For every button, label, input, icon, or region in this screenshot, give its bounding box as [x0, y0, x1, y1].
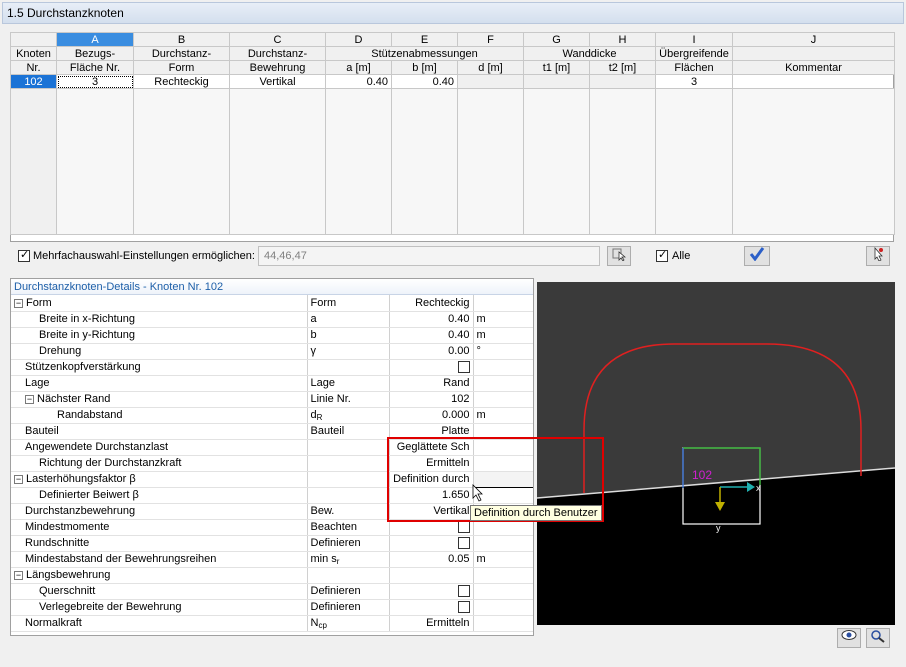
cell-form[interactable]: Rechteckig [134, 75, 230, 89]
col-letter-h[interactable]: H [590, 33, 656, 47]
header-kommentar: Kommentar [733, 61, 895, 75]
detail-row-rundschnitte[interactable]: Rundschnitte Definieren [11, 535, 534, 551]
detail-row-form[interactable]: −Form Form Rechteckig [11, 295, 534, 311]
alle-label: Alle [672, 250, 690, 262]
header-t2: t2 [m] [590, 61, 656, 75]
multi-select-bar: Mehrfachauswahl-Einstellungen ermögliche… [10, 246, 894, 268]
corner-cell[interactable] [11, 33, 57, 47]
header-wanddicke: Wanddicke [524, 47, 656, 61]
cell-t2[interactable] [590, 75, 656, 89]
cell-t1[interactable] [524, 75, 590, 89]
cell-b[interactable]: 0.40 [392, 75, 458, 89]
header-durchstanz-bew: Durchstanz- [230, 47, 326, 61]
collapse-icon[interactable]: − [14, 475, 23, 484]
detail-row-lage[interactable]: Lage Lage Rand [11, 375, 534, 391]
col-letter-b[interactable]: B [134, 33, 230, 47]
table-row[interactable]: 102 3 Rechteckig Vertikal 0.40 0.40 3 [11, 75, 895, 89]
querschnitt-checkbox[interactable] [458, 585, 470, 597]
header-knoten: Knoten [11, 47, 57, 61]
detail-row-breite-y[interactable]: Breite in y-Richtung b 0.40 m [11, 327, 534, 343]
header-t1: t1 [m] [524, 61, 590, 75]
zoom-icon [870, 629, 886, 643]
detail-row-laengsbewehrung[interactable]: −Längsbewehrung [11, 567, 534, 583]
header-a: a [m] [326, 61, 392, 75]
multi-select-checkbox[interactable] [18, 250, 30, 262]
stuetzenkopf-checkbox[interactable] [458, 361, 470, 373]
detail-row-normalkraft[interactable]: Normalkraft Ncp Ermitteln [11, 615, 534, 631]
collapse-icon[interactable]: − [25, 395, 34, 404]
collapse-icon[interactable]: − [14, 299, 23, 308]
detail-row-randabstand[interactable]: Randabstand dR 0.000 m [11, 407, 534, 423]
empty-rows [11, 89, 895, 235]
alle-checkbox[interactable] [656, 250, 668, 262]
select-graphic-button[interactable] [866, 246, 890, 266]
col-letter-j[interactable]: J [733, 33, 895, 47]
view-button[interactable] [837, 628, 861, 648]
col-letter-g[interactable]: G [524, 33, 590, 47]
detail-row-drehung[interactable]: Drehung γ 0.00 ° [11, 343, 534, 359]
cell-flaechen[interactable]: 3 [656, 75, 733, 89]
header-row-2: Nr. Fläche Nr. Form Bewehrung a [m] b [m… [11, 61, 895, 75]
cell-bewehrung[interactable]: Vertikal [230, 75, 326, 89]
header-form: Form [134, 61, 230, 75]
zoom-all-button[interactable] [866, 628, 890, 648]
header-row-1: Knoten Bezugs- Durchstanz- Durchstanz- S… [11, 47, 895, 61]
header-uebergreifende: Übergreifende [656, 47, 733, 61]
col-letter-d[interactable]: D [326, 33, 392, 47]
col-letter-i[interactable]: I [656, 33, 733, 47]
axis-x-label: x [756, 483, 761, 493]
header-stuetzenabmessungen: Stützenabmessungen [326, 47, 524, 61]
header-bezugs: Bezugs- [57, 47, 134, 61]
detail-row-stuetzenkopf[interactable]: Stützenkopfverstärkung [11, 359, 534, 375]
col-letter-c[interactable]: C [230, 33, 326, 47]
detail-row-breite-x[interactable]: Breite in x-Richtung a 0.40 m [11, 311, 534, 327]
node-label: 102 [692, 468, 712, 482]
col-letter-e[interactable]: E [392, 33, 458, 47]
axis-y-label: y [716, 523, 721, 533]
multi-select-input[interactable]: 44,46,47 [258, 246, 600, 266]
detail-row-naechster-rand[interactable]: −Nächster Rand Linie Nr. 102 [11, 391, 534, 407]
col-letter-a[interactable]: A [57, 33, 134, 47]
apply-button[interactable] [744, 246, 770, 266]
mindestmomente-checkbox[interactable] [458, 521, 470, 533]
header-d: d [m] [458, 61, 524, 75]
pointer-icon [871, 247, 885, 261]
cell-d[interactable] [458, 75, 524, 89]
detail-row-querschnitt[interactable]: Querschnitt Definieren [11, 583, 534, 599]
cell-kommentar[interactable] [733, 75, 895, 89]
eye-icon [841, 629, 857, 641]
cell-a[interactable]: 0.40 [326, 75, 392, 89]
checkmark-icon [749, 247, 765, 261]
header-flaeche-nr: Fläche Nr. [57, 61, 134, 75]
header-nr: Nr. [11, 61, 57, 75]
details-title: Durchstanzknoten-Details - Knoten Nr. 10… [11, 279, 533, 295]
header-bewehrung: Bewehrung [230, 61, 326, 75]
multi-select-label: Mehrfachauswahl-Einstellungen ermögliche… [33, 250, 255, 262]
detail-row-mindestabstand[interactable]: Mindestabstand der Bewehrungsreihen min … [11, 551, 534, 567]
column-letter-row: A B C D E F G H I J [11, 33, 895, 47]
critical-perimeter [584, 344, 861, 493]
pick-cursor-icon [612, 247, 626, 261]
verlegebreite-checkbox[interactable] [458, 601, 470, 613]
cell-knoten[interactable]: 102 [11, 75, 57, 89]
collapse-icon[interactable]: − [14, 571, 23, 580]
detail-row-verlegebreite[interactable]: Verlegebreite der Bewehrung Definieren [11, 599, 534, 615]
pick-nodes-button[interactable] [607, 246, 631, 266]
header-blank [733, 47, 895, 61]
rundschnitte-checkbox[interactable] [458, 537, 470, 549]
header-b: b [m] [392, 61, 458, 75]
cell-flaeche[interactable]: 3 [57, 75, 134, 89]
header-flaechen: Flächen [656, 61, 733, 75]
col-letter-f[interactable]: F [458, 33, 524, 47]
header-durchstanz-form: Durchstanz- [134, 47, 230, 61]
window-title: 1.5 Durchstanzknoten [2, 2, 904, 24]
durchstanz-table: A B C D E F G H I J Knoten Bezugs- Durch… [10, 32, 894, 242]
mouse-cursor-icon [472, 484, 486, 502]
tooltip: Definition durch Benutzer [470, 505, 602, 521]
